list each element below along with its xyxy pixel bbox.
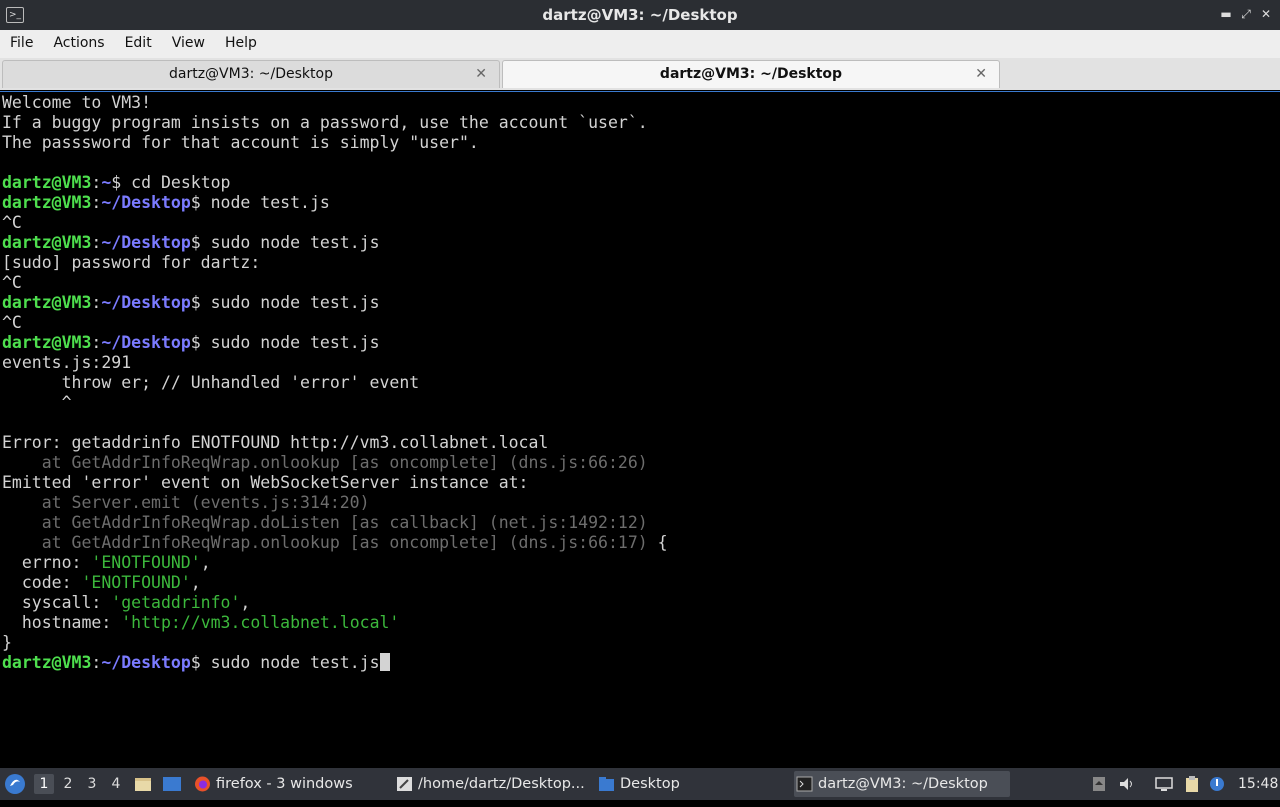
workspace-4[interactable]: 4 <box>106 774 126 794</box>
terminal-line: throw er; // Unhandled 'error' event <box>2 373 420 392</box>
terminal-line: ^ <box>2 393 72 412</box>
menu-actions[interactable]: Actions <box>43 30 114 51</box>
tab-terminal-2[interactable]: dartz@VM3: ~/Desktop ✕ <box>502 60 1000 88</box>
terminal-line: [sudo] password for dartz: <box>2 253 261 272</box>
menu-view[interactable]: View <box>162 30 215 51</box>
prompt-user: dartz@VM3 <box>2 173 92 192</box>
stack-trace-line: at GetAddrInfoReqWrap.doListen [as callb… <box>2 513 648 532</box>
command-input[interactable]: sudo node test.js <box>211 653 380 672</box>
terminal-line: If a buggy program insists on a password… <box>2 113 648 132</box>
terminal-line: events.js:291 <box>2 353 132 372</box>
menu-bar: File Actions Edit View Help <box>0 30 1280 58</box>
prompt-user: dartz@VM3 <box>2 193 92 212</box>
show-desktop-icon[interactable] <box>162 768 184 800</box>
minimize-icon[interactable]: ▬ <box>1218 6 1234 22</box>
terminal-line: ^C <box>2 273 22 292</box>
folder-icon <box>599 777 614 791</box>
terminal-line: Welcome to VM3! <box>2 93 152 112</box>
prompt-path: ~/Desktop <box>101 193 191 212</box>
task-file-manager[interactable]: /home/dartz/Desktop... <box>394 771 614 797</box>
network-icon[interactable] <box>1154 768 1176 800</box>
menu-file[interactable]: File <box>0 30 43 51</box>
workspace-2[interactable]: 2 <box>58 774 78 794</box>
update-notifier-icon[interactable] <box>1208 768 1228 800</box>
command-text: sudo node test.js <box>210 293 380 312</box>
restore-icon[interactable]: ⤢ <box>1238 6 1254 22</box>
prompt-user: dartz@VM3 <box>2 333 92 352</box>
prompt-user: dartz@VM3 <box>2 233 92 252</box>
menu-edit[interactable]: Edit <box>115 30 162 51</box>
prompt-path: ~/Desktop <box>101 653 191 672</box>
terminal-line: The passsword for that account is simply… <box>2 133 479 152</box>
workspace-3[interactable]: 3 <box>82 774 102 794</box>
error-prop-errno: errno: 'ENOTFOUND', <box>2 553 211 572</box>
prompt-line: dartz@VM3:~/Desktop$ sudo node test.js <box>2 333 380 352</box>
command-text: sudo node test.js <box>210 333 380 352</box>
prompt-line: dartz@VM3:~/Desktop$ sudo node test.js <box>2 293 380 312</box>
tab-close-icon[interactable]: ✕ <box>475 61 487 87</box>
tab-label: dartz@VM3: ~/Desktop <box>659 66 843 82</box>
firefox-icon <box>195 776 210 792</box>
task-firefox[interactable]: firefox - 3 windows <box>192 771 412 797</box>
prompt-line: dartz@VM3:~$ cd Desktop <box>2 173 231 192</box>
text-editor-icon <box>397 777 412 791</box>
file-manager-launcher-icon[interactable] <box>134 768 154 800</box>
stack-trace-line: at GetAddrInfoReqWrap.onlookup [as oncom… <box>2 533 668 552</box>
window-title: dartz@VM3: ~/Desktop <box>542 6 738 24</box>
prompt-path: ~/Desktop <box>101 293 191 312</box>
terminal-line: } <box>2 633 12 652</box>
task-terminal[interactable]: dartz@VM3: ~/Desktop <box>794 771 1010 797</box>
prompt-path: ~ <box>101 173 112 192</box>
command-text: cd Desktop <box>131 173 231 192</box>
prompt-path: ~/Desktop <box>101 333 191 352</box>
tab-bar: dartz@VM3: ~/Desktop ✕ dartz@VM3: ~/Desk… <box>0 58 1280 90</box>
window-titlebar[interactable]: >_ dartz@VM3: ~/Desktop ▬ ⤢ ✕ <box>0 0 1280 30</box>
task-desktop-folder[interactable]: Desktop <box>596 771 810 797</box>
tab-close-icon[interactable]: ✕ <box>975 61 987 87</box>
clock[interactable]: 15:48 <box>1238 768 1278 800</box>
command-text: node test.js <box>210 193 330 212</box>
terminal-icon <box>796 776 813 792</box>
close-icon[interactable]: ✕ <box>1258 6 1274 22</box>
command-text: sudo node test.js <box>210 233 380 252</box>
stack-trace-line: at GetAddrInfoReqWrap.onlookup [as oncom… <box>2 453 648 472</box>
terminal-line: ^C <box>2 313 22 332</box>
volume-icon[interactable] <box>1118 768 1138 800</box>
current-prompt-line[interactable]: dartz@VM3:~/Desktop$ sudo node test.js <box>2 653 1280 673</box>
error-prop-code: code: 'ENOTFOUND', <box>2 573 201 592</box>
tab-label: dartz@VM3: ~/Desktop <box>169 66 333 82</box>
text-cursor <box>379 653 390 671</box>
prompt-line: dartz@VM3:~/Desktop$ sudo node test.js <box>2 233 380 252</box>
menu-help[interactable]: Help <box>215 30 267 51</box>
terminal-line: ^C <box>2 213 22 232</box>
prompt-user: dartz@VM3 <box>2 293 92 312</box>
tab-terminal-1[interactable]: dartz@VM3: ~/Desktop ✕ <box>2 60 500 88</box>
error-prop-syscall: syscall: 'getaddrinfo', <box>2 593 251 612</box>
prompt-user: dartz@VM3 <box>2 653 92 672</box>
tray-up-icon[interactable] <box>1092 768 1108 800</box>
prompt-path: ~/Desktop <box>101 233 191 252</box>
error-prop-hostname: hostname: 'http://vm3.collabnet.local' <box>2 613 400 632</box>
terminal-line: Emitted 'error' event on WebSocketServer… <box>2 473 529 492</box>
start-menu-icon[interactable] <box>4 768 28 800</box>
stack-trace-line: at Server.emit (events.js:314:20) <box>2 493 370 512</box>
error-line: Error: getaddrinfo ENOTFOUND http://vm3.… <box>2 433 549 452</box>
taskbar: 1 2 3 4 firefox - 3 windows /home/dartz/… <box>0 768 1280 800</box>
workspace-1[interactable]: 1 <box>34 774 54 794</box>
prompt-line: dartz@VM3:~/Desktop$ node test.js <box>2 193 330 212</box>
clipboard-icon[interactable] <box>1184 768 1204 800</box>
terminal-output[interactable]: Welcome to VM3! If a buggy program insis… <box>0 91 1280 767</box>
